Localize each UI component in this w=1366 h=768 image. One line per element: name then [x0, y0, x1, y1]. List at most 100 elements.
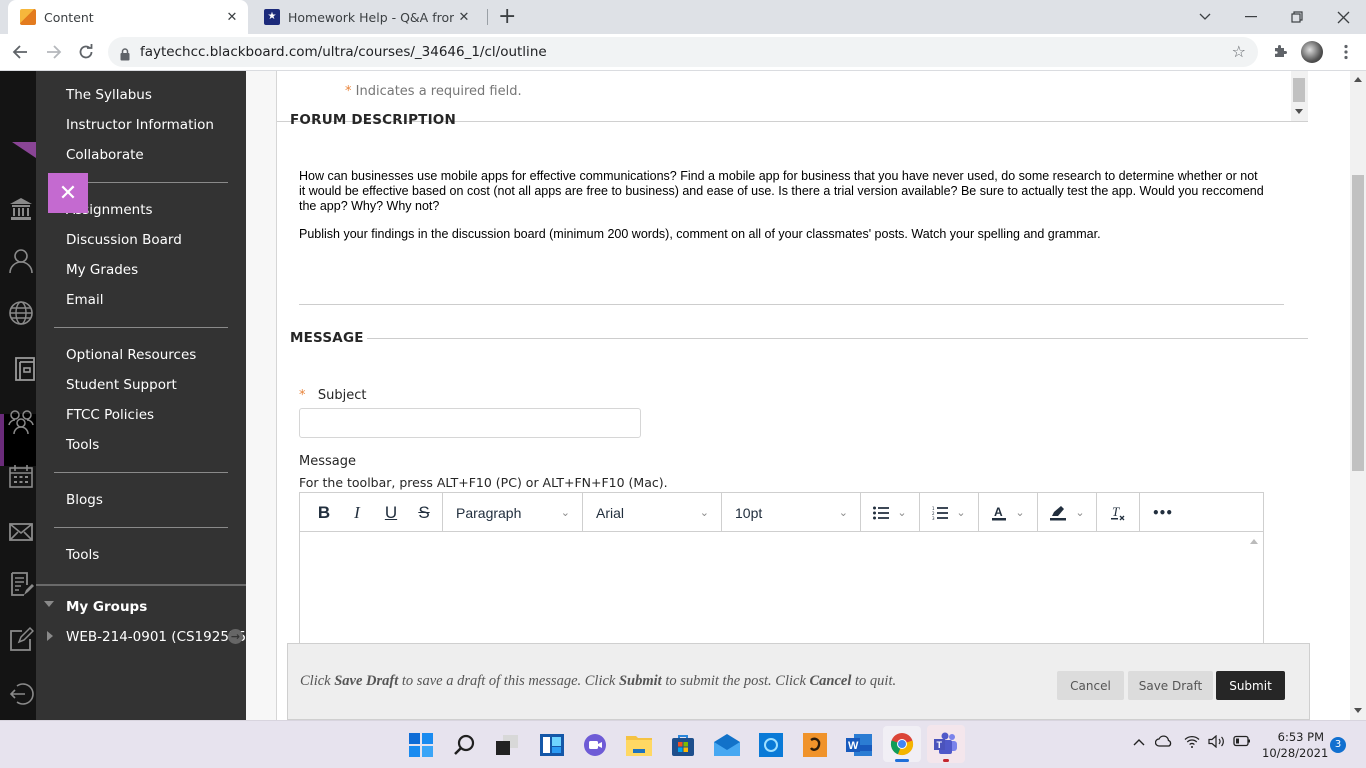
- bookmark-star-icon[interactable]: ☆: [1232, 42, 1246, 61]
- menu-item-my-grades[interactable]: My Grades: [66, 260, 138, 280]
- chevron-down-icon: ⌄: [838, 507, 848, 519]
- extensions-button[interactable]: [1268, 40, 1292, 64]
- restore-button[interactable]: [1274, 0, 1320, 34]
- bullet-list-button[interactable]: ⌄: [861, 493, 920, 532]
- clock[interactable]: 6:53 PM 10/28/2021: [1262, 729, 1328, 761]
- numbered-list-button[interactable]: 123 ⌄: [920, 493, 979, 532]
- tab-content[interactable]: Content ✕: [8, 0, 248, 34]
- task-view-button[interactable]: [492, 730, 522, 760]
- app-button[interactable]: [800, 730, 830, 760]
- subject-input[interactable]: [299, 408, 641, 438]
- notification-indicator: [943, 759, 949, 762]
- page-scrollbar[interactable]: [1350, 71, 1366, 720]
- reload-button[interactable]: [74, 40, 98, 64]
- instruction-text: to save a draft of this message. Click: [398, 673, 619, 689]
- underline-button[interactable]: U: [374, 493, 408, 532]
- submit-button[interactable]: Submit: [1216, 671, 1285, 700]
- forum-description-heading: FORUM DESCRIPTION: [290, 112, 456, 128]
- my-groups-heading[interactable]: My Groups: [66, 597, 147, 617]
- teams-button[interactable]: T: [927, 725, 965, 763]
- scroll-down-arrow-icon[interactable]: [1354, 708, 1362, 713]
- close-tab-icon[interactable]: ✕: [454, 10, 474, 25]
- start-icon: [409, 733, 433, 757]
- highlight-color-button[interactable]: ⌄: [1038, 493, 1097, 532]
- italic-button[interactable]: I: [340, 493, 374, 532]
- groups-icon[interactable]: [8, 409, 34, 435]
- calendar-icon[interactable]: [8, 463, 34, 489]
- sign-out-icon[interactable]: [8, 681, 34, 707]
- menu-item-instructor-information[interactable]: Instructor Information: [66, 115, 214, 135]
- cancel-button[interactable]: Cancel: [1057, 671, 1124, 700]
- search-button[interactable]: [449, 730, 479, 760]
- new-tab-button[interactable]: +: [498, 4, 516, 29]
- profile-avatar[interactable]: [1300, 40, 1324, 64]
- menu-item-email[interactable]: Email: [66, 290, 103, 310]
- strikethrough-button[interactable]: S: [408, 493, 440, 532]
- scroll-up-arrow-icon[interactable]: [1354, 77, 1362, 82]
- grades-icon[interactable]: [8, 571, 34, 597]
- chrome-button[interactable]: [883, 726, 921, 762]
- font-size-select[interactable]: 10pt ⌄: [722, 493, 861, 532]
- caret-right-icon[interactable]: [47, 631, 53, 641]
- save-draft-button[interactable]: Save Draft: [1128, 671, 1213, 700]
- profile-icon[interactable]: [8, 248, 34, 274]
- institution-icon[interactable]: [8, 196, 34, 222]
- go-arrow-icon[interactable]: →: [228, 629, 243, 644]
- instruction-text: to submit the post. Click: [661, 673, 810, 689]
- more-options-button[interactable]: •••: [1140, 493, 1184, 532]
- address-bar[interactable]: faytechcc.blackboard.com/ultra/courses/_…: [108, 37, 1258, 67]
- bold-button[interactable]: B: [308, 493, 340, 532]
- file-explorer-button[interactable]: [624, 730, 654, 760]
- menu-item-tools-2[interactable]: Tools: [66, 545, 99, 565]
- scroll-up-arrow-icon[interactable]: [1250, 539, 1258, 544]
- discussion-form: * Indicates a required field. FORUM DESC…: [277, 71, 1350, 720]
- menu-item-tools[interactable]: Tools: [66, 435, 99, 455]
- chat-button[interactable]: [580, 730, 610, 760]
- notification-badge[interactable]: 3: [1330, 737, 1346, 753]
- group-item[interactable]: WEB-214-0901 (CS192575: [66, 627, 246, 647]
- scrollbar-thumb[interactable]: [1352, 175, 1364, 471]
- font-family-select[interactable]: Arial ⌄: [583, 493, 722, 532]
- messages-icon[interactable]: [8, 519, 34, 545]
- menu-item-student-support[interactable]: Student Support: [66, 375, 177, 395]
- globe-icon[interactable]: [8, 300, 34, 326]
- tools-icon[interactable]: [8, 626, 34, 652]
- menu-item-discussion-board[interactable]: Discussion Board: [66, 230, 182, 250]
- tab-search-button[interactable]: [1182, 0, 1228, 34]
- mail-button[interactable]: [712, 730, 742, 760]
- block-format-select[interactable]: Paragraph ⌄: [443, 493, 583, 532]
- volume-button[interactable]: [1208, 734, 1226, 752]
- scrollbar-thumb[interactable]: [1293, 78, 1305, 102]
- courses-icon[interactable]: [14, 356, 36, 382]
- required-note-text: Indicates a required field.: [355, 84, 522, 99]
- store-icon: [672, 735, 694, 756]
- network-button[interactable]: [1184, 735, 1200, 752]
- cortana-button[interactable]: [756, 730, 786, 760]
- clear-formatting-button[interactable]: T: [1097, 493, 1140, 532]
- menu-item-the-syllabus[interactable]: The Syllabus: [66, 85, 152, 105]
- menu-item-optional-resources[interactable]: Optional Resources: [66, 345, 196, 365]
- start-button[interactable]: [406, 730, 436, 760]
- scroll-down-arrow-icon[interactable]: [1295, 109, 1303, 114]
- widgets-icon: [540, 734, 564, 756]
- caret-down-icon[interactable]: [44, 601, 54, 607]
- widgets-button[interactable]: [537, 730, 567, 760]
- show-hidden-icons-button[interactable]: [1133, 735, 1145, 750]
- onedrive-button[interactable]: [1154, 735, 1173, 751]
- close-window-button[interactable]: [1320, 0, 1366, 34]
- store-button[interactable]: [668, 730, 698, 760]
- text-color-button[interactable]: A ⌄: [979, 493, 1038, 532]
- menu-item-blogs[interactable]: Blogs: [66, 490, 103, 510]
- battery-button[interactable]: [1233, 735, 1251, 751]
- minimize-button[interactable]: [1228, 0, 1274, 34]
- forward-button[interactable]: [42, 40, 66, 64]
- back-button[interactable]: [8, 40, 32, 64]
- close-tab-icon[interactable]: ✕: [222, 10, 242, 25]
- description-scrollbar[interactable]: [1291, 71, 1308, 121]
- menu-item-collaborate[interactable]: Collaborate: [66, 145, 144, 165]
- word-button[interactable]: W: [844, 730, 874, 760]
- close-menu-button[interactable]: ✕: [48, 173, 88, 213]
- menu-item-ftcc-policies[interactable]: FTCC Policies: [66, 405, 154, 425]
- tab-homework-help[interactable]: ★ Homework Help - Q&A from Onl ✕: [252, 0, 488, 34]
- browser-menu-button[interactable]: [1334, 40, 1358, 64]
